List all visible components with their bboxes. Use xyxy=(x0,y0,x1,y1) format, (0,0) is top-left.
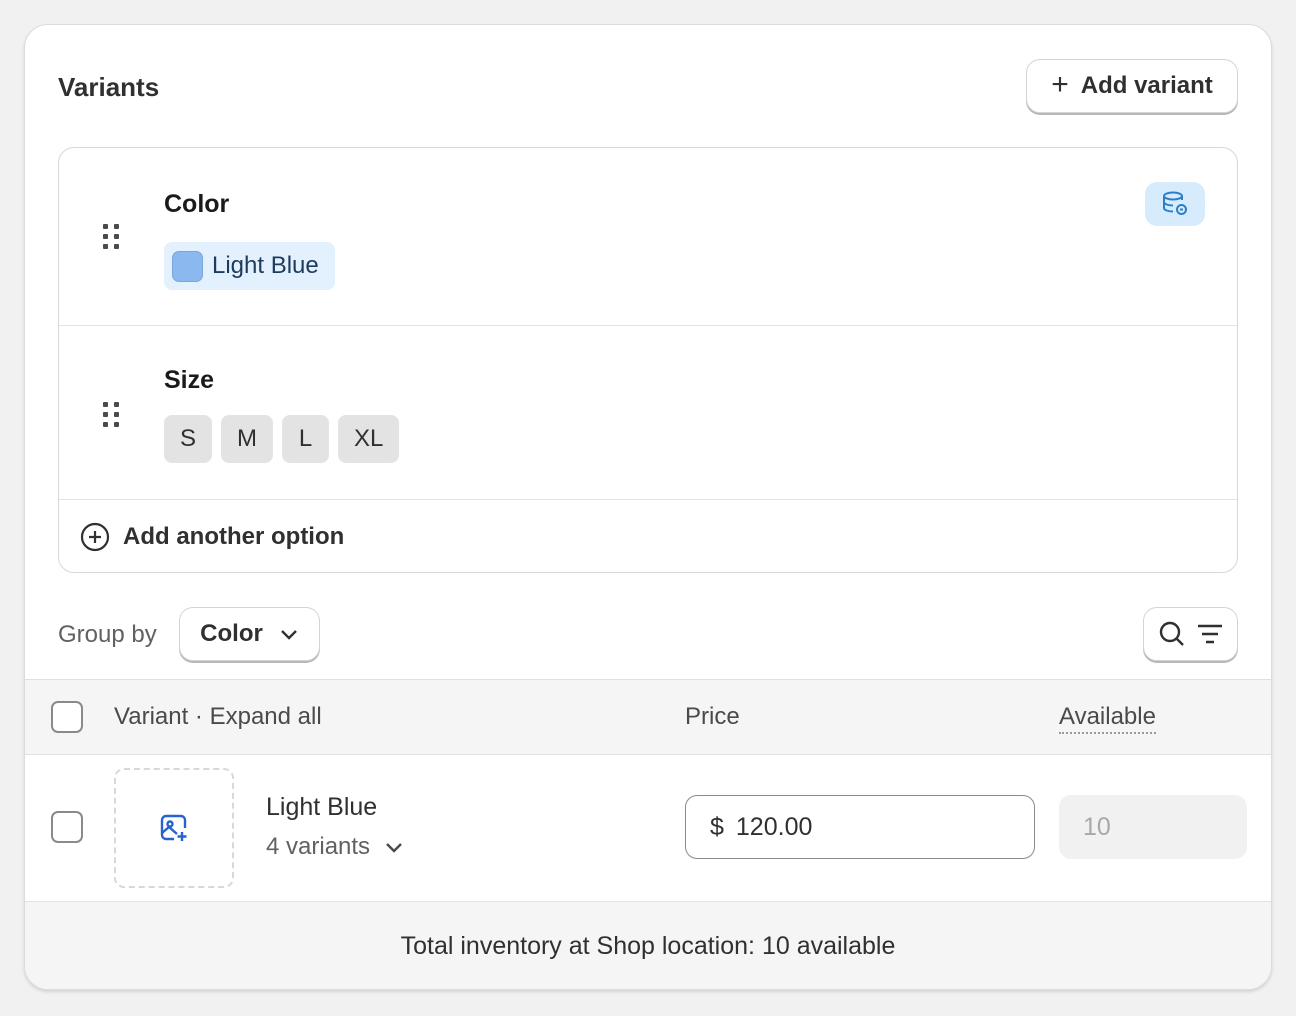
price-value: 120.00 xyxy=(735,812,813,841)
add-another-option-button[interactable]: Add another option xyxy=(80,522,344,552)
database-link-icon xyxy=(1163,191,1187,215)
row-checkbox[interactable] xyxy=(51,811,83,843)
metafield-link-button[interactable] xyxy=(1145,182,1205,226)
option-row-color[interactable]: Color Light Blue xyxy=(59,148,1237,326)
option-value-chip: XL xyxy=(338,415,400,463)
drag-handle-icon[interactable] xyxy=(103,402,119,428)
chevron-down-icon xyxy=(386,843,402,853)
options-box: Color Light Blue Size S M L XL Add anoth… xyxy=(58,147,1238,573)
option-name: Size xyxy=(164,366,215,394)
group-by-select[interactable]: Color xyxy=(179,607,320,661)
card-title: Variants xyxy=(58,72,160,102)
card-header: Variants + Add variant xyxy=(25,25,1271,149)
add-variant-label: Add variant xyxy=(1080,72,1213,99)
image-add-icon xyxy=(160,814,187,841)
option-name: Color xyxy=(164,190,230,218)
available-input: 10 xyxy=(1059,795,1247,859)
search-filter-button[interactable] xyxy=(1143,607,1238,661)
option-value-chip: L xyxy=(282,415,330,463)
currency-symbol: $ xyxy=(710,812,724,841)
column-header-variant[interactable]: Variant · Expand all xyxy=(114,703,322,731)
available-value: 10 xyxy=(1083,812,1111,841)
group-by-value: Color xyxy=(200,620,263,647)
column-header-price: Price xyxy=(685,703,740,730)
search-icon xyxy=(1159,621,1184,646)
select-all-checkbox[interactable] xyxy=(51,701,83,733)
option-row-size[interactable]: Size S M L XL xyxy=(59,326,1237,500)
expand-variants-toggle[interactable]: 4 variants xyxy=(266,833,404,861)
filter-icon xyxy=(1197,624,1222,644)
variant-group-title: Light Blue xyxy=(266,793,378,821)
add-option-label: Add another option xyxy=(123,523,345,550)
price-input[interactable]: $ 120.00 xyxy=(685,795,1035,859)
option-value-chip: Light Blue xyxy=(164,242,335,290)
drag-handle-icon[interactable] xyxy=(103,224,119,250)
option-value-chip: M xyxy=(221,415,274,463)
table-row: Light Blue 4 variants $ 120.00 10 xyxy=(25,755,1271,901)
chevron-down-icon xyxy=(280,630,297,640)
variant-count: 4 variants xyxy=(266,833,371,860)
inventory-summary: Total inventory at Shop location: 10 ava… xyxy=(25,901,1271,989)
variants-card: Variants + Add variant Color Light Blue xyxy=(24,24,1272,990)
plus-circle-icon xyxy=(80,522,110,552)
group-by-label: Group by xyxy=(58,621,157,648)
add-variant-button[interactable]: + Add variant xyxy=(1026,59,1238,113)
add-image-button[interactable] xyxy=(114,768,234,888)
plus-icon: + xyxy=(1051,68,1069,101)
option-value-chip: S xyxy=(164,415,213,463)
size-values: S M L XL xyxy=(164,415,400,463)
column-header-available[interactable]: Available xyxy=(1059,703,1156,734)
color-swatch xyxy=(172,250,203,282)
table-header: Variant · Expand all Price Available xyxy=(25,679,1271,755)
add-option-row: Add another option xyxy=(59,500,1237,572)
option-value-label: Light Blue xyxy=(212,252,319,279)
